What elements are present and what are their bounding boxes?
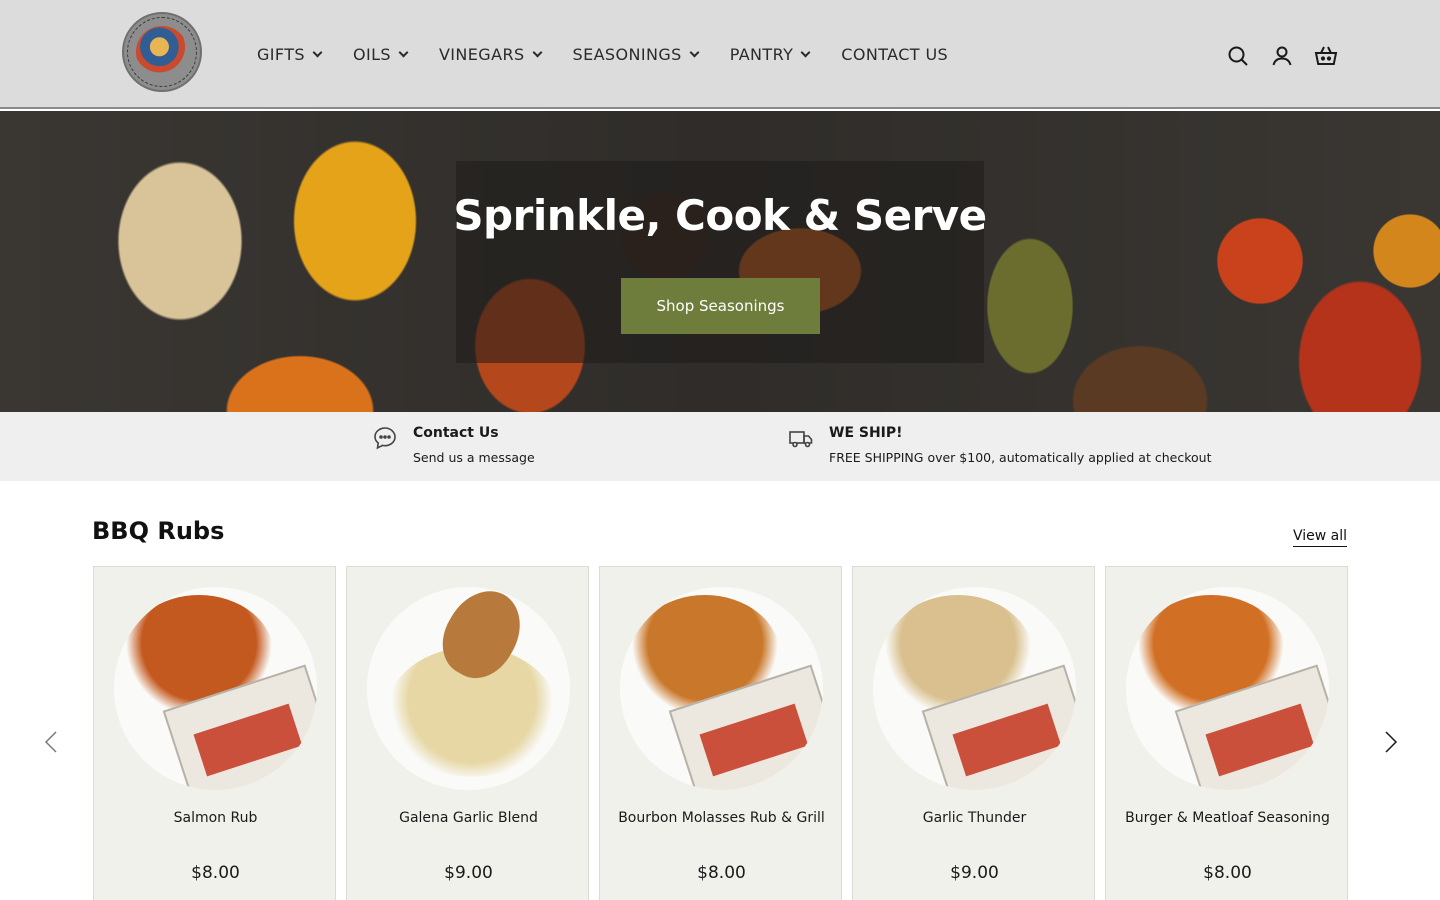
product-price: $8.00 <box>191 863 240 883</box>
chevron-down-icon <box>312 47 323 57</box>
info-shipping-text: WE SHIP! FREE SHIPPING over $100, automa… <box>829 424 1211 466</box>
product-name[interactable]: Galena Garlic Blend <box>357 807 580 829</box>
nav-label: CONTACT US <box>841 44 949 64</box>
product-card[interactable]: Burger & Meatloaf Seasoning $8.00 <box>1105 566 1348 900</box>
bag-label <box>193 703 303 777</box>
bag-label <box>952 703 1062 777</box>
product-card[interactable]: Galena Garlic Blend $9.00 <box>346 566 589 900</box>
bag-label <box>699 703 809 777</box>
info-shipping: WE SHIP! FREE SHIPPING over $100, automa… <box>788 424 1211 466</box>
bag-label <box>1205 703 1315 777</box>
view-all-link[interactable]: View all <box>1293 528 1348 547</box>
nav-label: GIFTS <box>257 44 305 64</box>
info-subtitle: FREE SHIPPING over $100, automatically a… <box>829 450 1212 465</box>
product-card[interactable]: Bourbon Molasses Rub & Grill $8.00 <box>599 566 842 900</box>
chat-icon <box>374 427 396 450</box>
product-price: $9.00 <box>444 863 493 883</box>
hero-title: Sprinkle, Cook & Serve <box>453 191 987 240</box>
nav-label: VINEGARS <box>438 44 525 64</box>
product-name[interactable]: Garlic Thunder <box>863 807 1086 829</box>
nav-label: OILS <box>352 44 391 64</box>
product-image[interactable] <box>620 587 823 790</box>
nav-pantry[interactable]: PANTRY <box>729 44 811 64</box>
product-card[interactable]: Salmon Rub $8.00 <box>93 566 336 900</box>
section-title: BBQ Rubs <box>92 517 225 545</box>
carousel-next-icon[interactable] <box>1384 731 1398 753</box>
product-name[interactable]: Burger & Meatloaf Seasoning <box>1116 807 1339 829</box>
info-title: WE SHIP! <box>829 425 903 441</box>
nav-label: PANTRY <box>729 44 794 64</box>
info-title: Contact Us <box>413 425 499 441</box>
nav-label: SEASONINGS <box>572 44 682 64</box>
site-header: GIFTS OILS VINEGARS SEASONINGS PANTRY CO… <box>0 0 1440 109</box>
product-image[interactable] <box>1126 587 1329 790</box>
product-card[interactable]: Garlic Thunder $9.00 <box>852 566 1095 900</box>
main-nav: GIFTS OILS VINEGARS SEASONINGS PANTRY CO… <box>257 42 980 66</box>
nav-contact-us[interactable]: CONTACT US <box>841 45 948 64</box>
cart-icon[interactable] <box>1314 44 1338 68</box>
hero-banner: Sprinkle, Cook & Serve Shop Seasonings <box>0 111 1440 412</box>
info-contact-text: Contact Us Send us a message <box>413 424 535 466</box>
nav-vinegars[interactable]: VINEGARS <box>438 44 542 64</box>
truck-icon <box>789 431 813 448</box>
product-carousel: Salmon Rub $8.00 Galena Garlic Blend $9.… <box>93 566 1348 900</box>
chevron-down-icon <box>800 47 811 57</box>
chevron-down-icon <box>689 47 700 57</box>
info-subtitle: Send us a message <box>413 450 535 465</box>
search-icon[interactable] <box>1226 44 1250 68</box>
product-image[interactable] <box>114 587 317 790</box>
header-icons <box>1226 44 1358 68</box>
product-price: $8.00 <box>697 863 746 883</box>
carousel-prev-icon[interactable] <box>44 731 58 753</box>
info-contact[interactable]: Contact Us Send us a message <box>372 424 535 466</box>
product-price: $9.00 <box>950 863 999 883</box>
product-image[interactable] <box>873 587 1076 790</box>
product-name[interactable]: Salmon Rub <box>104 807 327 829</box>
nav-gifts[interactable]: GIFTS <box>257 44 323 64</box>
nav-oils[interactable]: OILS <box>352 44 409 64</box>
account-icon[interactable] <box>1270 44 1294 68</box>
product-image[interactable] <box>367 587 570 790</box>
product-price: $8.00 <box>1203 863 1252 883</box>
chevron-down-icon <box>532 47 542 57</box>
chevron-down-icon <box>398 47 409 57</box>
nav-seasonings[interactable]: SEASONINGS <box>572 44 700 64</box>
logo[interactable] <box>122 12 202 92</box>
info-bar: Contact Us Send us a message WE SHIP! FR… <box>0 412 1440 481</box>
logo-emblem <box>136 26 188 78</box>
product-name[interactable]: Bourbon Molasses Rub & Grill <box>610 807 833 829</box>
shop-seasonings-button[interactable]: Shop Seasonings <box>621 278 820 334</box>
